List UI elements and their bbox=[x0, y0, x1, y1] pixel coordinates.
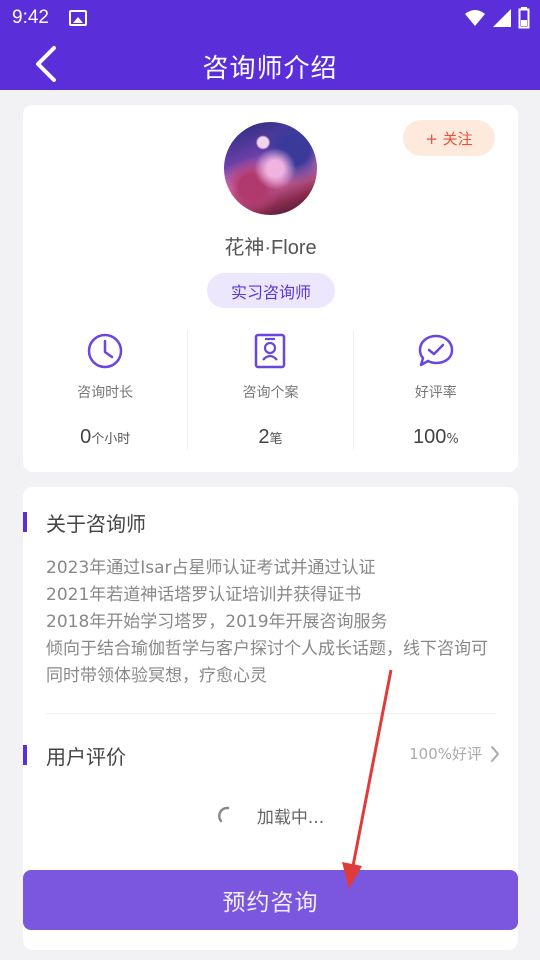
about-section-header: 关于咨询师 bbox=[23, 509, 146, 536]
review-summary-link[interactable]: 100%好评 bbox=[409, 743, 500, 764]
loading-text: 加载中... bbox=[256, 808, 325, 828]
title-badge: 实习咨询师 bbox=[207, 273, 335, 308]
counselor-name: 花神·Flore bbox=[224, 237, 317, 259]
stat-rating: 好评率 100% bbox=[352, 330, 518, 450]
reviews-section-header: 用户评价 bbox=[23, 742, 126, 769]
chevron-right-icon bbox=[491, 745, 499, 762]
stat-value: 2笔 bbox=[258, 426, 283, 448]
stat-value: 100% bbox=[412, 426, 459, 448]
id-card-icon bbox=[255, 333, 286, 369]
image-icon bbox=[69, 10, 87, 26]
book-consultation-button[interactable]: 预约咨询 bbox=[23, 870, 518, 930]
avatar bbox=[224, 122, 317, 215]
status-icons bbox=[464, 7, 530, 29]
stat-cases: 咨询个案 2笔 bbox=[187, 330, 352, 450]
divider bbox=[46, 713, 496, 714]
about-text: 2023年通过Isar占星师认证考试并通过认证 2021年若道神话塔罗认证培训并… bbox=[46, 558, 488, 686]
page-title: 咨询师介绍 bbox=[202, 54, 338, 84]
section-accent-bar bbox=[23, 512, 27, 532]
profile-card: + 关注 花神·Flore 实习咨询师 咨询时长 0个小时 咨询个案 2笔 好评… bbox=[23, 105, 518, 472]
about-title: 关于咨询师 bbox=[46, 511, 146, 536]
clock-icon bbox=[87, 333, 123, 369]
reviews-title: 用户评价 bbox=[46, 744, 126, 769]
spinner-icon bbox=[217, 806, 230, 822]
title-bar: 咨询师介绍 bbox=[0, 36, 540, 90]
signal-icon bbox=[493, 9, 511, 27]
about-card: 关于咨询师 2023年通过Isar占星师认证考试并通过认证 2021年若道神话塔… bbox=[23, 487, 518, 950]
follow-button[interactable]: + 关注 bbox=[403, 120, 495, 156]
stat-label: 咨询个案 bbox=[242, 385, 299, 401]
stat-duration: 咨询时长 0个小时 bbox=[23, 330, 187, 450]
stat-value: 0个小时 bbox=[80, 426, 131, 448]
chat-check-icon bbox=[418, 334, 454, 367]
battery-icon bbox=[518, 7, 530, 29]
stats-row: 咨询时长 0个小时 咨询个案 2笔 好评率 100% bbox=[23, 330, 518, 450]
stat-label: 咨询时长 bbox=[77, 385, 134, 401]
review-summary: 100%好评 bbox=[409, 745, 482, 763]
wifi-icon bbox=[465, 10, 485, 26]
section-accent-bar bbox=[23, 745, 27, 765]
status-time: 9:42 bbox=[12, 7, 49, 28]
status-bar: 9:42 bbox=[0, 0, 540, 36]
loading-indicator: 加载中... bbox=[23, 803, 518, 828]
stat-label: 好评率 bbox=[414, 385, 457, 401]
